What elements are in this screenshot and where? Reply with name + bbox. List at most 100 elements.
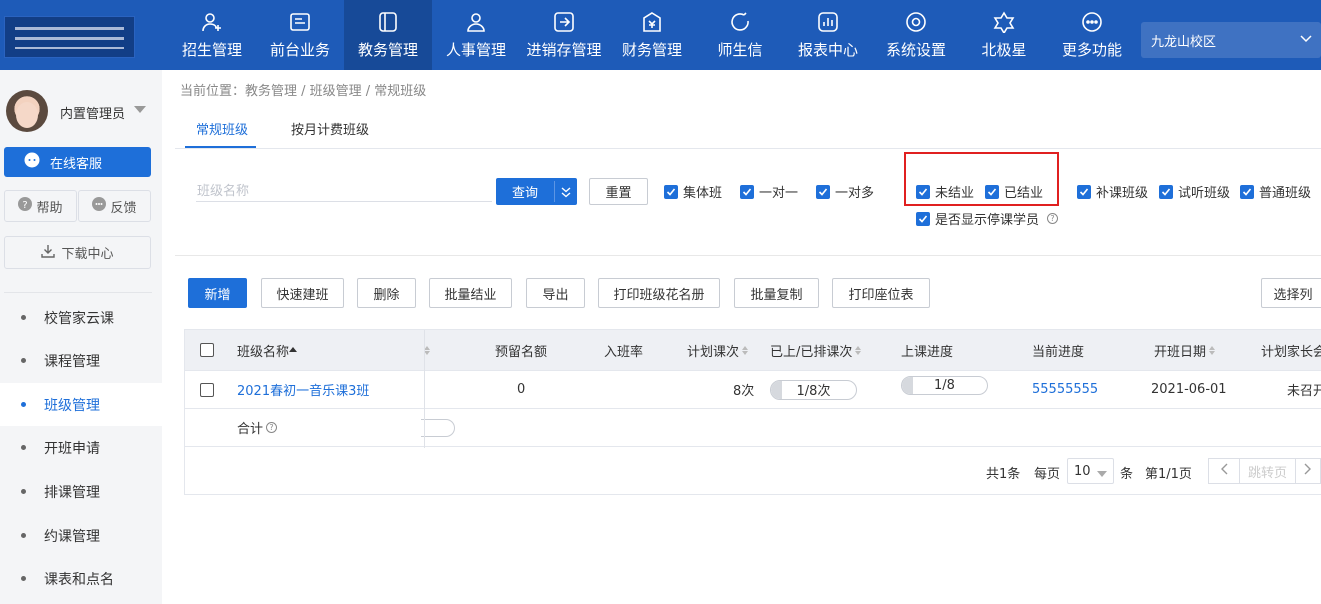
nav-item-academics[interactable]: 教务管理: [344, 0, 432, 70]
user-plus-icon: [200, 10, 224, 34]
next-page-button[interactable]: [1295, 458, 1321, 484]
sidebar-item-cloud-class[interactable]: 校管家云课: [0, 296, 162, 339]
tab-regular-class[interactable]: 常规班级: [196, 119, 248, 138]
finance-icon: [640, 10, 664, 34]
checked-checkbox-icon: [1240, 184, 1254, 199]
page-size-select[interactable]: 10: [1067, 458, 1114, 484]
online-service-button[interactable]: 在线客服: [4, 147, 151, 177]
nav-item-hr[interactable]: 人事管理: [432, 0, 520, 70]
sidebar-item-schedule[interactable]: 排课管理: [0, 470, 162, 513]
sort-icon: [1209, 345, 1216, 355]
checkbox-regular-class[interactable]: 普通班级: [1240, 182, 1311, 201]
select-all-checkbox[interactable]: [200, 330, 214, 370]
user-panel[interactable]: 内置管理员: [6, 90, 156, 135]
sidebar: 内置管理员 在线客服 ? 帮助 反馈 下载中心 校管家云课 课程管理 班级管理 …: [0, 70, 162, 604]
nav-item-more[interactable]: 更多功能: [1048, 0, 1136, 70]
caret-down-icon[interactable]: [134, 103, 146, 118]
choose-columns-button[interactable]: 选择列: [1261, 278, 1321, 308]
question-icon[interactable]: ?: [266, 422, 278, 433]
star-icon: [992, 10, 1016, 34]
chevron-down-icon: [1299, 31, 1313, 49]
class-name-link[interactable]: 2021春初一音乐课3班: [237, 371, 369, 408]
reserved-value: 0: [517, 382, 526, 397]
chevron-down-icon[interactable]: [555, 178, 577, 205]
nav-item-frontdesk[interactable]: 前台业务: [256, 0, 344, 70]
export-button[interactable]: 导出: [526, 278, 585, 308]
query-label: 查询: [511, 186, 538, 201]
per-page-label: 每页: [1034, 467, 1061, 482]
th-done-scheduled[interactable]: 已上/已排课次: [770, 330, 862, 370]
sidebar-item-booking[interactable]: 约课管理: [0, 514, 162, 557]
table-header: 班级名称 预留名额 入班率 计划课次 已上/已排课次 上课进度 当前进度 开班日…: [185, 330, 1321, 371]
page-info: 第1/1页: [1145, 467, 1192, 482]
th-progress: 上课进度: [901, 344, 954, 360]
nav-item-messages[interactable]: 师生信: [696, 0, 784, 70]
current-progress-link[interactable]: 55555555: [1032, 371, 1098, 408]
done-scheduled-bar: 1/8次: [770, 371, 857, 408]
prev-page-button[interactable]: [1208, 458, 1240, 484]
question-icon[interactable]: ?: [1047, 213, 1059, 224]
th-enroll-rate: 入班率: [604, 344, 644, 360]
delete-button[interactable]: 删除: [357, 278, 416, 308]
row-checkbox[interactable]: [200, 371, 214, 408]
nav-item-inventory[interactable]: 进销存管理: [520, 0, 608, 70]
checkbox-trial-class[interactable]: 试听班级: [1159, 182, 1230, 201]
checked-checkbox-icon: [1077, 184, 1091, 199]
sidebar-item-class[interactable]: 班级管理: [0, 383, 162, 426]
checkbox-group-class[interactable]: 集体班: [664, 182, 722, 201]
report-icon: [816, 10, 840, 34]
print-roster-button[interactable]: 打印班级花名册: [598, 278, 720, 308]
user-name: 内置管理员: [60, 107, 126, 122]
th-class-name[interactable]: 班级名称: [237, 330, 298, 370]
sidebar-item-timetable[interactable]: 课表和点名: [0, 557, 162, 600]
campus-select[interactable]: 九龙山校区: [1141, 22, 1321, 58]
add-button[interactable]: 新增: [188, 278, 247, 308]
quick-create-button[interactable]: 快速建班: [261, 278, 344, 308]
checkbox-show-suspended[interactable]: 是否显示停课学员?: [916, 209, 1059, 228]
checked-checkbox-icon: [816, 184, 830, 199]
help-button[interactable]: ? 帮助: [4, 190, 77, 222]
download-center-button[interactable]: 下载中心: [4, 236, 151, 269]
sidebar-item-course[interactable]: 课程管理: [0, 339, 162, 382]
reset-button[interactable]: 重置: [589, 178, 648, 205]
logo: [4, 16, 135, 58]
checkbox-makeup-class[interactable]: 补课班级: [1077, 182, 1148, 201]
sort-icon[interactable]: [421, 330, 430, 370]
checked-checkbox-icon: [664, 184, 678, 199]
tab-monthly-class[interactable]: 按月计费班级: [291, 119, 369, 138]
nav-item-polaris[interactable]: 北极星: [960, 0, 1048, 70]
checkbox-one-to-many[interactable]: 一对多: [816, 182, 874, 201]
page-size-unit: 条: [1120, 467, 1134, 482]
more-icon: [1080, 10, 1104, 34]
nav-item-settings[interactable]: 系统设置: [872, 0, 960, 70]
checkbox-one-on-one[interactable]: 一对一: [740, 182, 798, 201]
nav-item-finance[interactable]: 财务管理: [608, 0, 696, 70]
print-seats-button[interactable]: 打印座位表: [832, 278, 930, 308]
batch-copy-button[interactable]: 批量复制: [734, 278, 819, 308]
checkbox-unfinished[interactable]: 未结业: [916, 182, 974, 201]
sort-asc-icon: [289, 343, 298, 358]
nav-item-admissions[interactable]: 招生管理: [168, 0, 256, 70]
download-center-label: 下载中心: [61, 247, 114, 262]
total-label: 合计?: [237, 409, 278, 446]
checkbox-finished[interactable]: 已结业: [985, 182, 1043, 201]
checked-checkbox-icon: [740, 184, 754, 199]
th-start-date[interactable]: 开班日期: [1154, 330, 1216, 370]
jump-page-input[interactable]: 跳转页: [1239, 458, 1296, 484]
table-row[interactable]: 2021春初一音乐课3班 0 8次 1/8次 1/8 55555555 2021…: [185, 371, 1321, 409]
th-parent-meeting: 计划家长会: [1261, 344, 1321, 360]
parent-meeting-value: 未召开: [1287, 384, 1321, 399]
avatar: [6, 90, 48, 132]
top-navbar: 招生管理 前台业务 教务管理 人事管理 进销存管理 财务管理 师生信 报表中心: [0, 0, 1321, 70]
nav-item-reports[interactable]: 报表中心: [784, 0, 872, 70]
sidebar-item-class-request[interactable]: 开班申请: [0, 426, 162, 469]
main-nav: 招生管理 前台业务 教务管理 人事管理 进销存管理 财务管理 师生信 报表中心: [168, 0, 1136, 70]
th-planned[interactable]: 计划课次: [687, 330, 749, 370]
chevron-left-icon: [1220, 463, 1228, 479]
filter-divider: [175, 255, 1321, 256]
batch-finish-button[interactable]: 批量结业: [429, 278, 512, 308]
class-name-input[interactable]: 班级名称: [196, 180, 492, 202]
checked-checkbox-icon: [916, 211, 930, 226]
feedback-button[interactable]: 反馈: [78, 190, 151, 222]
query-button[interactable]: 查询: [496, 178, 577, 205]
